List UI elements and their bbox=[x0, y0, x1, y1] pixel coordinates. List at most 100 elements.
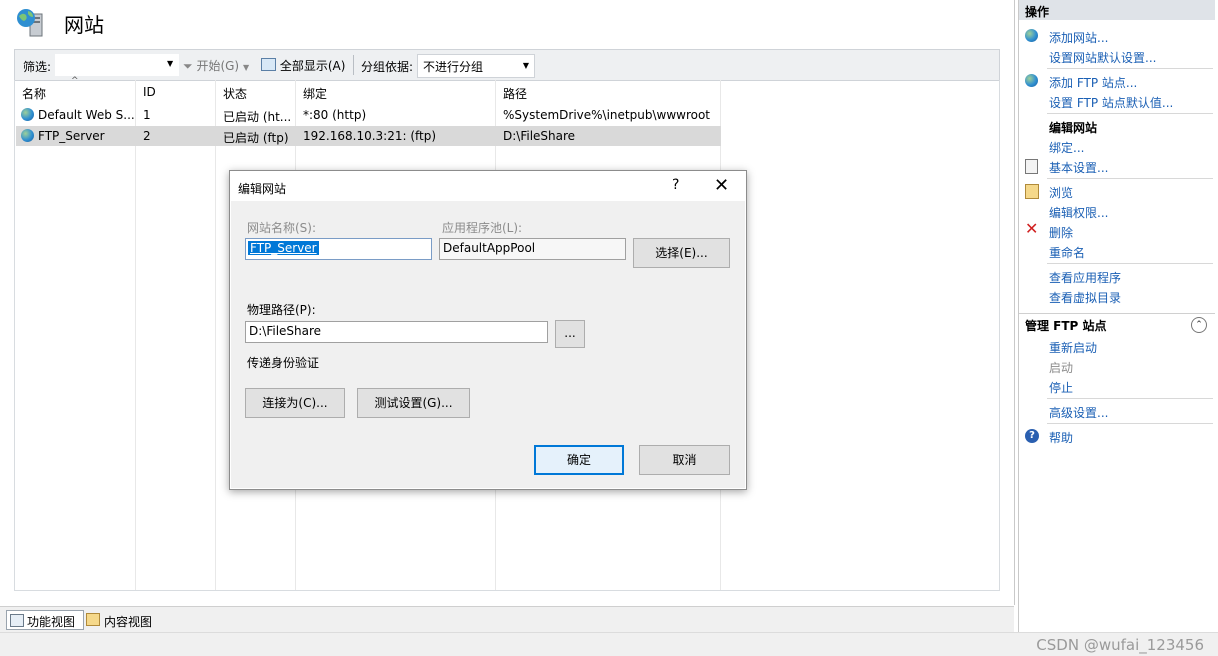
site-status: 已启动 (ftp) bbox=[223, 131, 289, 145]
site-name-field[interactable]: FTP_Server bbox=[245, 238, 432, 260]
filter-dropdown-icon[interactable]: ▼ bbox=[167, 59, 173, 68]
connect-as-button[interactable]: 连接为(C)... bbox=[245, 388, 345, 418]
ok-button[interactable]: 确定 bbox=[534, 445, 624, 475]
column-divider bbox=[135, 80, 136, 590]
physical-path-label: 物理路径(P): bbox=[247, 303, 316, 317]
rename-link[interactable]: 重命名 bbox=[1049, 244, 1085, 261]
browse-icon bbox=[1025, 184, 1039, 199]
start-filter-button[interactable]: ⏷ 开始(G) ▼ bbox=[183, 57, 249, 74]
tab-feature-view-label: 功能视图 bbox=[27, 615, 76, 629]
filter-toolbar: 筛选: ▼ ⏷ 开始(G) ▼ 全部显示(A) 分组依据: 不进行分组 ▼ bbox=[14, 49, 1000, 81]
app-pool-value: DefaultAppPool bbox=[443, 241, 536, 255]
show-all-icon bbox=[261, 58, 276, 71]
dialog-title: 编辑网站 bbox=[238, 182, 287, 196]
sort-ascending-icon: ^ bbox=[71, 76, 79, 86]
divider bbox=[1047, 263, 1213, 264]
tab-feature-view[interactable]: 功能视图 bbox=[6, 610, 84, 630]
restart-link[interactable]: 重新启动 bbox=[1049, 339, 1097, 356]
show-all-button[interactable]: 全部显示(A) bbox=[261, 57, 345, 74]
site-path: %SystemDrive%\inetpub\wwwroot bbox=[503, 108, 710, 122]
collapse-icon[interactable]: ⌃ bbox=[1191, 317, 1207, 333]
site-name: FTP_Server bbox=[38, 129, 105, 143]
actions-header-label: 操作 bbox=[1025, 5, 1050, 19]
site-id: 1 bbox=[143, 108, 151, 122]
add-ftp-site-link[interactable]: 添加 FTP 站点... bbox=[1049, 74, 1137, 91]
divider bbox=[1047, 423, 1213, 424]
add-site-link[interactable]: 添加网站... bbox=[1049, 29, 1108, 46]
page-title: 网站 bbox=[64, 13, 104, 37]
column-header-binding[interactable]: 绑定 bbox=[303, 85, 327, 102]
funnel-icon: ⏷ bbox=[183, 59, 193, 73]
ftp-defaults-link[interactable]: 设置 FTP 站点默认值... bbox=[1049, 94, 1173, 111]
bindings-link[interactable]: 绑定... bbox=[1049, 139, 1084, 156]
help-button[interactable]: ? bbox=[672, 177, 679, 193]
start-filter-label: 开始(G) bbox=[196, 59, 240, 73]
delete-link[interactable]: 删除 bbox=[1049, 224, 1073, 241]
site-binding: 192.168.10.3:21: (ftp) bbox=[303, 129, 437, 143]
site-binding: *:80 (http) bbox=[303, 108, 367, 122]
test-settings-button[interactable]: 测试设置(G)... bbox=[357, 388, 470, 418]
filter-label: 筛选: bbox=[23, 60, 52, 74]
status-bar: CSDN @wufai_123456 bbox=[0, 632, 1218, 656]
delete-icon: ✕ bbox=[1025, 219, 1039, 238]
column-divider bbox=[215, 80, 216, 590]
basic-settings-link[interactable]: 基本设置... bbox=[1049, 159, 1108, 176]
divider bbox=[1047, 113, 1213, 114]
manage-ftp-header-label: 管理 FTP 站点 bbox=[1025, 319, 1107, 333]
group-by-select[interactable]: 不进行分组 ▼ bbox=[417, 54, 535, 78]
divider bbox=[1047, 178, 1213, 179]
content-view-icon bbox=[86, 613, 100, 626]
globe-icon bbox=[21, 108, 34, 121]
table-row[interactable]: Default Web S... 1 已启动 (ht... *:80 (http… bbox=[16, 105, 721, 125]
stop-link[interactable]: 停止 bbox=[1049, 379, 1073, 396]
actions-header: 操作 bbox=[1019, 0, 1215, 20]
watermark-text: CSDN @wufai_123456 bbox=[1036, 636, 1204, 654]
help-link[interactable]: 帮助 bbox=[1049, 429, 1073, 446]
site-status: 已启动 (ht... bbox=[223, 110, 292, 124]
close-icon[interactable]: ✕ bbox=[714, 175, 729, 196]
pass-through-auth-label: 传递身份验证 bbox=[247, 356, 320, 370]
column-header-status[interactable]: 状态 bbox=[223, 85, 247, 102]
select-app-pool-button[interactable]: 选择(E)... bbox=[633, 238, 730, 268]
site-name: Default Web S... bbox=[38, 108, 135, 122]
physical-path-value: D:\FileShare bbox=[249, 324, 322, 338]
group-by-label: 分组依据: bbox=[361, 60, 414, 74]
site-path: D:\FileShare bbox=[503, 129, 576, 143]
feature-view-icon bbox=[10, 614, 24, 627]
toolbar-divider bbox=[353, 55, 354, 75]
column-header-name[interactable]: 名称 bbox=[22, 85, 46, 102]
edit-permissions-link[interactable]: 编辑权限... bbox=[1049, 204, 1108, 221]
start-link: 启动 bbox=[1049, 361, 1074, 375]
filter-input[interactable] bbox=[55, 54, 179, 76]
dialog-body: 网站名称(S): FTP_Server 应用程序池(L): DefaultApp… bbox=[231, 201, 745, 488]
advanced-settings-link[interactable]: 高级设置... bbox=[1049, 404, 1108, 421]
websites-icon bbox=[17, 9, 43, 37]
show-all-label: 全部显示(A) bbox=[279, 59, 346, 73]
help-icon: ? bbox=[1025, 429, 1039, 443]
site-name-value: FTP_Server bbox=[248, 241, 319, 255]
browse-path-button[interactable]: ... bbox=[555, 320, 585, 348]
cancel-button[interactable]: 取消 bbox=[639, 445, 730, 475]
browse-link[interactable]: 浏览 bbox=[1049, 184, 1073, 201]
column-header-id[interactable]: ID bbox=[143, 85, 156, 99]
view-virtual-dirs-link[interactable]: 查看虚拟目录 bbox=[1049, 289, 1121, 306]
chevron-down-icon: ▼ bbox=[522, 61, 529, 70]
globe-icon bbox=[21, 129, 34, 142]
physical-path-input[interactable]: D:\FileShare bbox=[245, 321, 548, 343]
edit-site-group-title: 编辑网站 bbox=[1049, 121, 1098, 135]
chevron-down-icon: ▼ bbox=[242, 63, 250, 72]
site-id: 2 bbox=[143, 129, 151, 143]
site-name-label: 网站名称(S): bbox=[247, 221, 317, 235]
add-ftp-icon bbox=[1025, 74, 1039, 88]
app-pool-label: 应用程序池(L): bbox=[442, 221, 523, 235]
app-pool-field: DefaultAppPool bbox=[439, 238, 626, 260]
view-tabs-bar: 功能视图 内容视图 bbox=[0, 606, 1014, 632]
site-defaults-link[interactable]: 设置网站默认设置... bbox=[1049, 49, 1156, 66]
column-header-path[interactable]: 路径 bbox=[503, 85, 527, 102]
manage-ftp-header: 管理 FTP 站点 ⌃ bbox=[1019, 313, 1215, 334]
actions-pane: 操作 添加网站... 设置网站默认设置... 添加 FTP 站点... 设置 F… bbox=[1018, 0, 1218, 632]
table-row[interactable]: FTP_Server 2 已启动 (ftp) 192.168.10.3:21: … bbox=[16, 126, 721, 146]
edit-site-dialog: 编辑网站 ? ✕ 网站名称(S): FTP_Server 应用程序池(L): D… bbox=[229, 170, 747, 490]
basic-settings-icon bbox=[1025, 159, 1039, 174]
view-applications-link[interactable]: 查看应用程序 bbox=[1049, 269, 1121, 286]
